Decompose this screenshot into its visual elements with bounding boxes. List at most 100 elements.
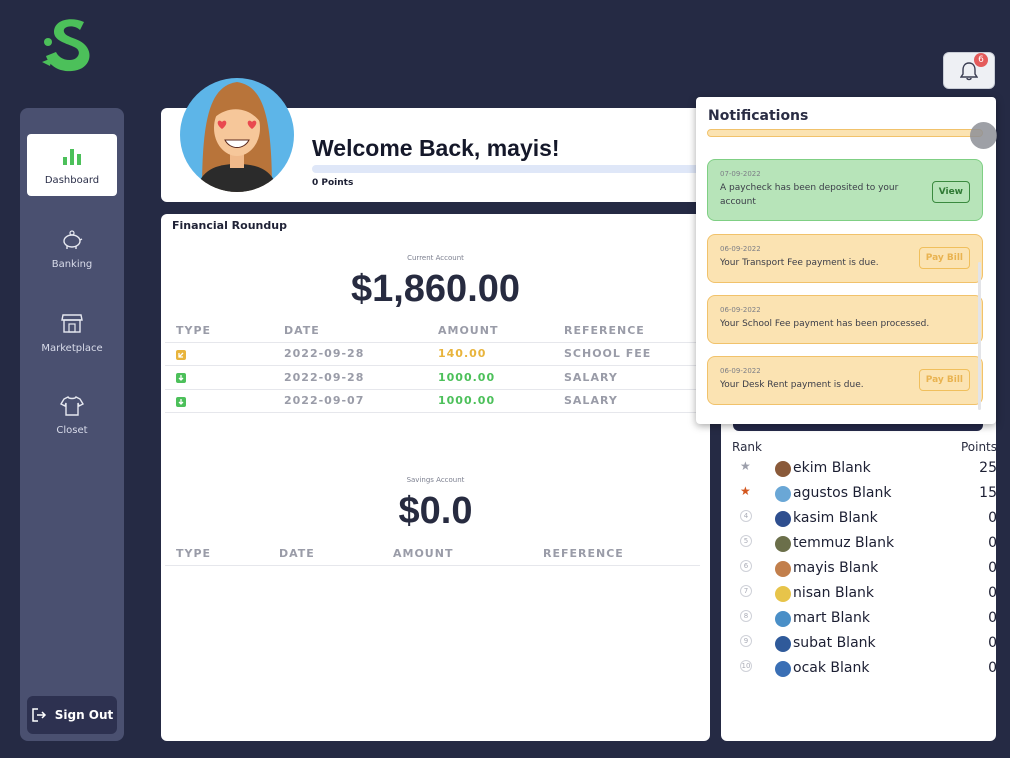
notification-card[interactable]: 07-09-2022 A paycheck has been deposited…: [707, 159, 983, 221]
notifications-button[interactable]: 6: [943, 52, 995, 89]
row-reference: SALARY: [564, 370, 618, 384]
sidebar-item-dashboard[interactable]: Dashboard: [27, 134, 117, 196]
leaderboard-header: Rank Points: [732, 440, 997, 454]
row-date: 2022-09-28: [284, 370, 365, 384]
sidebar-item-marketplace[interactable]: Marketplace: [27, 301, 117, 363]
logout-icon: [31, 708, 46, 722]
table-row[interactable]: 2022-09-28 1000.00 SALARY: [165, 366, 700, 390]
rank-number: 6: [740, 560, 752, 572]
user-points: 0: [988, 510, 997, 526]
notification-count-badge: 6: [974, 53, 988, 67]
current-account-label: Current Account: [407, 254, 464, 262]
points-label: 0 Points: [312, 178, 354, 188]
view-button[interactable]: View: [931, 181, 970, 203]
leaderboard-row[interactable]: 10 ocak Blank 0: [732, 658, 997, 683]
user-name: ocak Blank: [793, 660, 870, 676]
row-reference: SCHOOL FEE: [564, 347, 652, 361]
savings-account-balance: $0.0: [398, 490, 473, 532]
user-points: 0: [988, 660, 997, 676]
user-points: 0: [988, 560, 997, 576]
sidebar-item-label: Dashboard: [44, 174, 100, 186]
sidebar-item-label: Banking: [51, 258, 93, 270]
bar-chart-icon: [63, 148, 81, 165]
points-progress-bar: [312, 165, 712, 173]
user-name: temmuz Blank: [793, 535, 895, 551]
leaderboard-row[interactable]: 6 mayis Blank 0: [732, 558, 997, 583]
user-avatar: [775, 636, 791, 652]
pay-bill-button[interactable]: Pay Bill: [918, 369, 970, 391]
table-row[interactable]: 2022-09-07 1000.00 SALARY: [165, 390, 700, 413]
row-amount: 140.00: [438, 347, 487, 361]
sidebar-item-label: Closet: [56, 424, 88, 436]
sign-out-button[interactable]: Sign Out: [27, 696, 117, 734]
table-header: TYPE DATE AMOUNT REFERENCE: [165, 542, 700, 566]
scroll-handle[interactable]: [970, 122, 997, 149]
user-name: nisan Blank: [793, 585, 875, 601]
leaderboard-row[interactable]: 8 mart Blank 0: [732, 608, 997, 633]
notification-text: Your Transport Fee payment is due.: [720, 258, 879, 268]
rank-header: Rank: [732, 440, 762, 454]
header-reference: REFERENCE: [564, 323, 645, 337]
user-avatar: [775, 461, 791, 477]
leaderboard-row[interactable]: 7 nisan Blank 0: [732, 583, 997, 608]
header-amount: AMOUNT: [438, 323, 499, 337]
leaderboard-row[interactable]: 9 subat Blank 0: [732, 633, 997, 658]
header-type: TYPE: [176, 546, 212, 560]
row-amount: 1000.00: [438, 394, 496, 408]
current-account-table: TYPE DATE AMOUNT REFERENCE 2022-09-28 14…: [165, 319, 700, 413]
notification-date: 06-09-2022: [720, 306, 761, 314]
notification-card[interactable]: 06-09-2022 Your Transport Fee payment is…: [707, 234, 983, 283]
welcome-title: Welcome Back, mayis!: [312, 135, 560, 161]
leaderboard-row[interactable]: ★ agustos Blank 15: [732, 483, 997, 508]
notifications-panel: Notifications 07-09-2022 A paycheck has …: [696, 97, 996, 424]
avatar: [180, 78, 294, 192]
table-row[interactable]: 2022-09-28 140.00 SCHOOL FEE: [165, 343, 700, 366]
rank-number: 8: [740, 610, 752, 622]
leaderboard-row[interactable]: 5 temmuz Blank 0: [732, 533, 997, 558]
header-date: DATE: [284, 323, 320, 337]
user-name: kasim Blank: [793, 510, 878, 526]
user-points: 25: [979, 460, 997, 476]
header-type: TYPE: [176, 323, 212, 337]
rank-number: 5: [740, 535, 752, 547]
user-name: mart Blank: [793, 610, 870, 626]
table-header: TYPE DATE AMOUNT REFERENCE: [165, 319, 700, 343]
user-avatar: [775, 611, 791, 627]
user-avatar: [775, 561, 791, 577]
financial-roundup-card: Financial Roundup Current Account $1,860…: [161, 214, 710, 741]
notifications-title: Notifications: [708, 108, 809, 124]
user-name: mayis Blank: [793, 560, 879, 576]
bronze-star-icon: ★: [740, 484, 751, 498]
user-avatar: [775, 536, 791, 552]
notification-card[interactable]: 06-09-2022 Your School Fee payment has b…: [707, 295, 983, 344]
notification-text: Your Desk Rent payment is due.: [720, 380, 864, 390]
user-points: 0: [988, 535, 997, 551]
leaderboard-row[interactable]: ★ ekim Blank 25: [732, 458, 997, 483]
notifications-scrollbar[interactable]: [978, 262, 981, 410]
savings-account-label: Savings Account: [406, 476, 465, 484]
points-header: Points: [960, 440, 997, 454]
savings-account-table: TYPE DATE AMOUNT REFERENCE: [165, 542, 700, 566]
sign-out-label: Sign Out: [54, 708, 114, 722]
user-points: 15: [979, 485, 997, 501]
header-amount: AMOUNT: [393, 546, 454, 560]
user-avatar: [775, 511, 791, 527]
user-points: 0: [988, 610, 997, 626]
sidebar-item-closet[interactable]: Closet: [27, 384, 117, 446]
notification-text: Your School Fee payment has been process…: [720, 319, 930, 329]
user-points: 0: [988, 635, 997, 651]
row-date: 2022-09-07: [284, 394, 365, 408]
header-reference: REFERENCE: [543, 546, 624, 560]
income-icon: [176, 373, 186, 383]
leaderboard-row[interactable]: 4 kasim Blank 0: [732, 508, 997, 533]
notification-card[interactable]: 06-09-2022 Your Desk Rent payment is due…: [707, 356, 983, 405]
row-reference: SALARY: [564, 394, 618, 408]
row-amount: 1000.00: [438, 370, 496, 384]
sidebar-item-banking[interactable]: Banking: [27, 218, 117, 280]
piggy-bank-icon: [63, 229, 83, 249]
rank-number: 4: [740, 510, 752, 522]
current-account-balance: $1,860.00: [350, 268, 521, 310]
header-date: DATE: [279, 546, 315, 560]
pay-bill-button[interactable]: Pay Bill: [918, 247, 970, 269]
rank-number: 9: [740, 635, 752, 647]
